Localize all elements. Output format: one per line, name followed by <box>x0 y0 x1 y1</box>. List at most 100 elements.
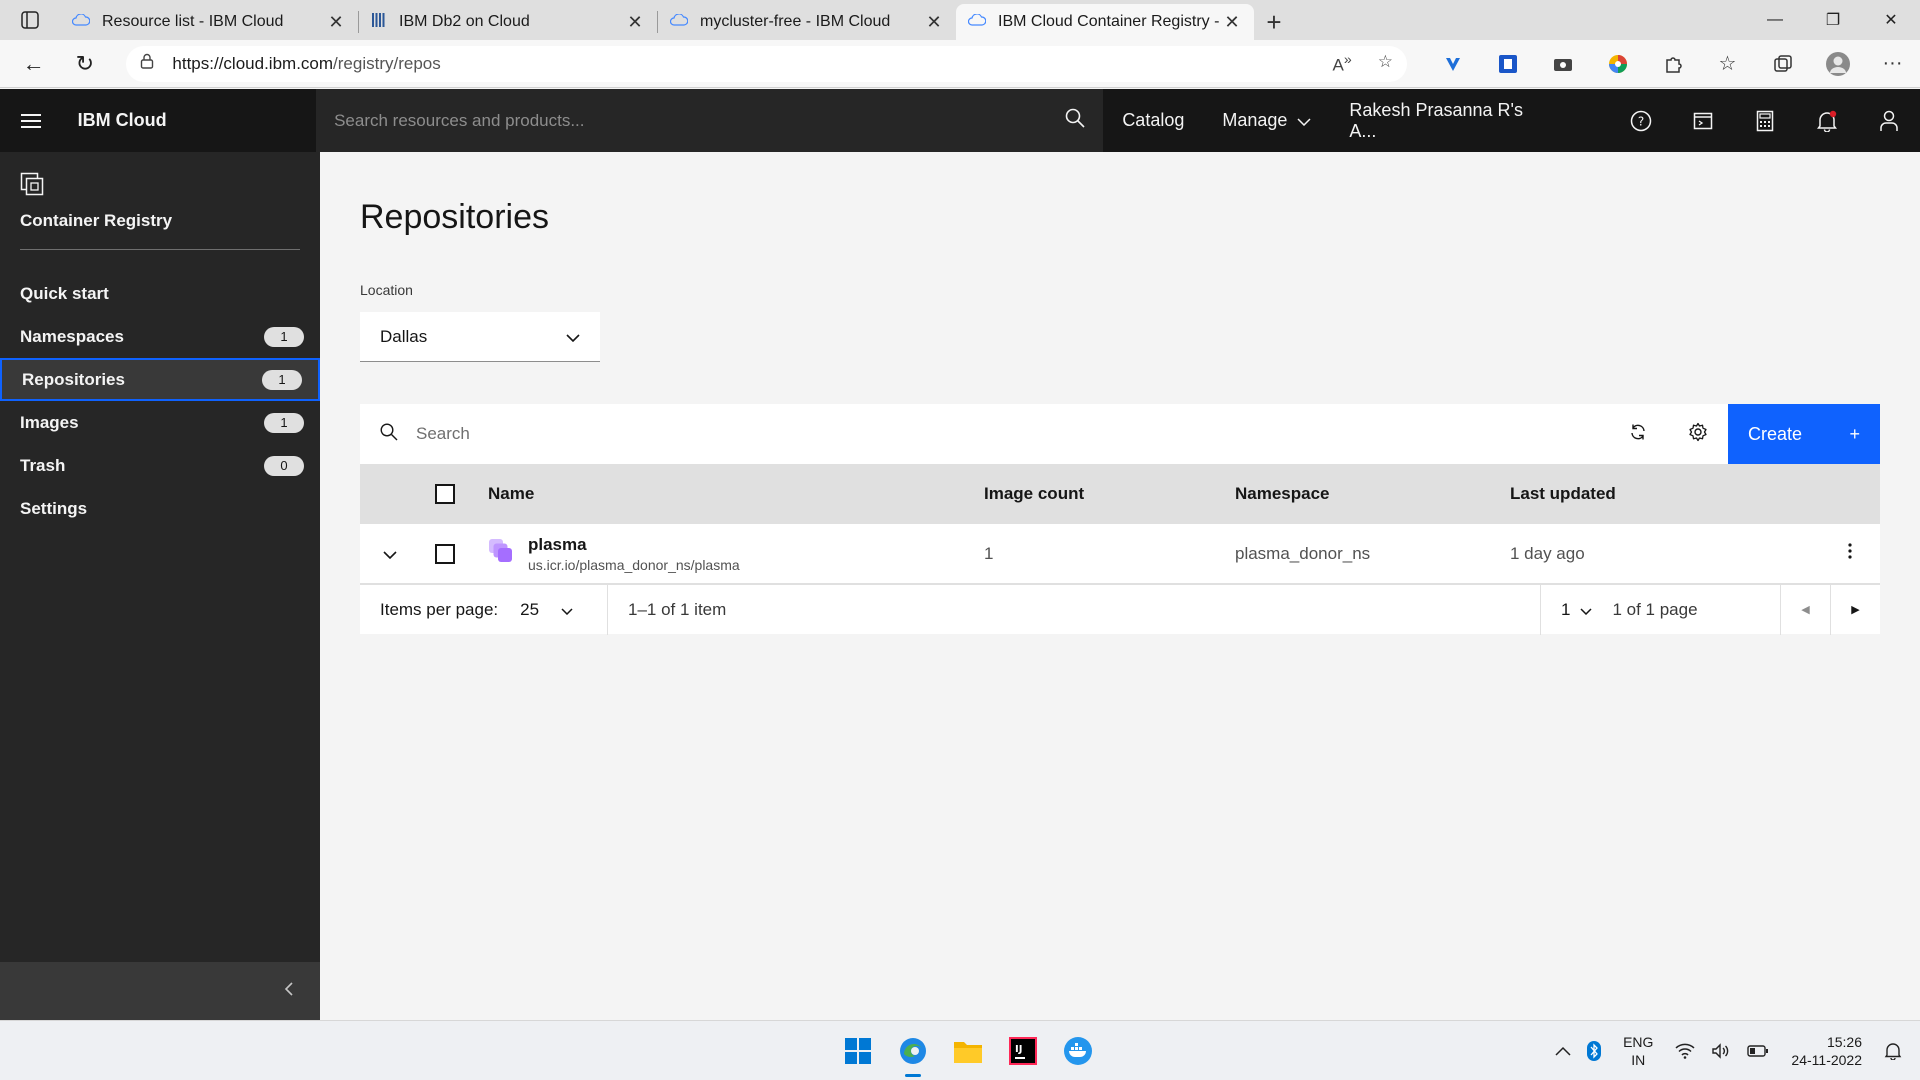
volume-icon[interactable] <box>1703 1043 1739 1059</box>
refresh-button[interactable] <box>1608 404 1668 464</box>
extensions-puzzle-icon[interactable] <box>1645 40 1700 88</box>
battery-icon[interactable] <box>1739 1045 1777 1057</box>
sidebar-item-images[interactable]: Images 1 <box>0 401 320 444</box>
cloud-shell-icon[interactable] <box>1672 89 1734 152</box>
wifi-icon[interactable] <box>1667 1043 1703 1059</box>
location-dropdown[interactable]: Dallas <box>360 312 600 362</box>
tab-title: IBM Db2 on Cloud <box>399 13 530 30</box>
notifications-icon[interactable] <box>1796 89 1858 152</box>
page-selector: 1 1 of 1 page <box>1540 584 1780 635</box>
search-icon[interactable] <box>1065 108 1085 133</box>
clock-time: 15:26 <box>1826 1034 1862 1050</box>
collections-icon[interactable] <box>1755 40 1810 88</box>
camera-extension-icon[interactable] <box>1535 40 1590 88</box>
checkbox-box <box>435 543 455 564</box>
restore-icon[interactable]: ❐ <box>1804 0 1862 40</box>
close-tab-icon[interactable]: ✕ <box>1222 12 1242 33</box>
expand-row-button[interactable] <box>360 544 420 564</box>
close-tab-icon[interactable]: ✕ <box>924 12 944 33</box>
user-profile-icon[interactable] <box>1858 89 1920 152</box>
page-count: 1 of 1 page <box>1612 599 1698 619</box>
table-settings-button[interactable] <box>1668 404 1728 464</box>
back-icon[interactable]: ← <box>8 40 59 88</box>
hamburger-menu-icon[interactable] <box>0 89 62 152</box>
browser-tab-container-registry[interactable]: IBM Cloud Container Registry - R ✕ <box>956 4 1254 40</box>
account-switcher[interactable]: Rakesh Prasanna R's A... <box>1330 100 1570 142</box>
tab-actions-icon[interactable] <box>0 0 60 40</box>
catalog-label: Catalog <box>1122 110 1185 130</box>
bluetooth-icon[interactable] <box>1579 1041 1609 1061</box>
cost-estimator-icon[interactable] <box>1734 89 1796 152</box>
rdp-extension-icon[interactable] <box>1480 40 1535 88</box>
edge-browser-icon[interactable] <box>885 1021 940 1080</box>
close-tab-icon[interactable]: ✕ <box>326 12 346 33</box>
start-windows-icon[interactable] <box>830 1021 885 1080</box>
minimize-icon[interactable]: — <box>1746 0 1804 40</box>
chevron-down-icon[interactable] <box>561 600 573 620</box>
column-header-image-count[interactable]: Image count <box>966 484 1217 504</box>
previous-page-button[interactable]: ◀ <box>1780 584 1830 635</box>
collapse-sidebar-button[interactable] <box>0 962 320 1020</box>
sidebar-header: Container Registry <box>0 152 320 231</box>
window-controls: — ❐ ✕ <box>1746 0 1920 40</box>
favorites-icon[interactable]: ☆ <box>1700 40 1755 88</box>
select-all-checkbox[interactable] <box>420 484 470 504</box>
docker-icon[interactable] <box>1050 1021 1105 1080</box>
overflow-menu-button[interactable] <box>1820 543 1880 564</box>
page-number-select[interactable]: 1 <box>1561 600 1570 620</box>
next-page-button[interactable]: ▶ <box>1830 584 1880 635</box>
language-code: ENG <box>1623 1034 1654 1050</box>
browser-tab-resource-list[interactable]: Resource list - IBM Cloud ✕ <box>60 4 358 40</box>
column-header-last-updated[interactable]: Last updated <box>1492 484 1880 504</box>
language-indicator[interactable]: ENG IN <box>1609 1033 1667 1069</box>
repository-name-cell: plasma us.icr.io/plasma_donor_ns/plasma <box>470 535 966 573</box>
last-updated-cell: 1 day ago <box>1510 543 1585 563</box>
create-button[interactable]: Create + <box>1728 404 1880 464</box>
sidebar-item-settings[interactable]: Settings <box>0 487 320 530</box>
items-per-page-select[interactable]: 25 <box>520 600 539 620</box>
show-hidden-icons-chevron-up-icon[interactable] <box>1547 1046 1579 1056</box>
chevron-down-icon[interactable] <box>1580 600 1592 620</box>
profile-avatar[interactable] <box>1810 40 1865 88</box>
table-search-input[interactable]: Search <box>360 422 1608 446</box>
url-field[interactable]: https://cloud.ibm.com/registry/repos A» … <box>126 45 1407 82</box>
color-picker-extension-icon[interactable] <box>1590 40 1645 88</box>
row-checkbox[interactable] <box>420 543 470 564</box>
sidebar-item-namespaces[interactable]: Namespaces 1 <box>0 315 320 358</box>
namespace-cell: plasma_donor_ns <box>1235 543 1371 563</box>
table-row[interactable]: plasma us.icr.io/plasma_donor_ns/plasma … <box>360 524 1880 584</box>
item-range: 1–1 of 1 item <box>628 599 727 619</box>
notification-center-icon[interactable] <box>1876 1042 1920 1060</box>
sidebar-item-repositories[interactable]: Repositories 1 <box>0 358 320 401</box>
brand-logo[interactable]: IBM Cloud <box>60 110 316 131</box>
clock[interactable]: 15:26 24-11-2022 <box>1777 1033 1876 1069</box>
vpn-extension-icon[interactable] <box>1425 40 1480 88</box>
column-header-namespace[interactable]: Namespace <box>1217 484 1492 504</box>
table-header: Name Image count Namespace Last updated <box>360 464 1880 524</box>
count-badge: 1 <box>264 412 304 433</box>
catalog-link[interactable]: Catalog <box>1103 110 1203 131</box>
help-icon[interactable]: ? <box>1610 89 1672 152</box>
chevron-down-icon <box>383 544 397 564</box>
location-label: Location <box>360 282 413 298</box>
column-header-name[interactable]: Name <box>470 484 966 504</box>
page-title: Repositories <box>360 198 549 236</box>
manage-menu[interactable]: Manage <box>1203 110 1330 131</box>
url-host: https://cloud.ibm.com <box>172 53 334 73</box>
global-search-input[interactable]: Search resources and products... <box>316 89 1104 152</box>
new-tab-button[interactable]: + <box>1254 4 1294 40</box>
intellij-icon[interactable]: IJ <box>995 1021 1050 1080</box>
repository-path: us.icr.io/plasma_donor_ns/plasma <box>528 556 740 573</box>
more-options-icon[interactable]: ··· <box>1865 40 1920 88</box>
close-window-icon[interactable]: ✕ <box>1862 0 1920 40</box>
sidebar-item-quick-start[interactable]: Quick start <box>0 272 320 315</box>
browser-tab-mycluster[interactable]: mycluster-free - IBM Cloud ✕ <box>658 4 956 40</box>
read-aloud-icon[interactable]: A» <box>1333 52 1352 76</box>
close-tab-icon[interactable]: ✕ <box>625 12 645 33</box>
refresh-icon[interactable]: ↻ <box>59 40 110 88</box>
repository-name[interactable]: plasma <box>528 535 740 555</box>
file-explorer-icon[interactable] <box>940 1021 995 1080</box>
browser-tab-db2[interactable]: IBM Db2 on Cloud ✕ <box>359 4 657 40</box>
sidebar-item-trash[interactable]: Trash 0 <box>0 444 320 487</box>
add-favorite-icon[interactable]: ☆ <box>1378 52 1393 76</box>
